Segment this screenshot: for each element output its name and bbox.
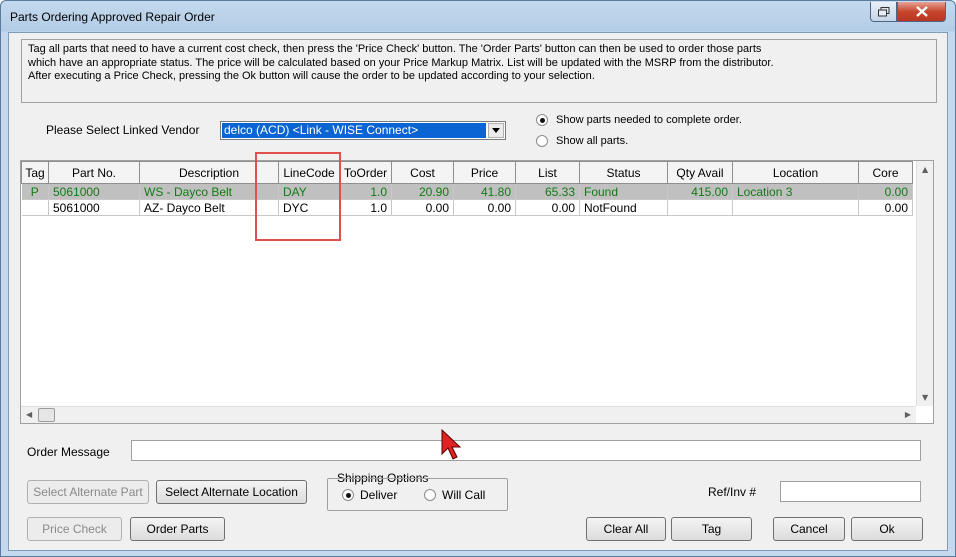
cell-tag [21, 199, 49, 216]
clear-all-button[interactable]: Clear All [586, 517, 666, 541]
col-header-core[interactable]: Core [858, 161, 913, 184]
select-alternate-location-button[interactable]: Select Alternate Location [156, 480, 307, 504]
ref-inv-input[interactable] [780, 481, 921, 502]
close-button[interactable] [897, 2, 946, 22]
radio-show-all[interactable]: Show all parts. [536, 135, 628, 147]
cell-status: NotFound [579, 199, 668, 216]
table-row[interactable]: 5061000 AZ- Dayco Belt DYC 1.0 0.00 0.00… [21, 199, 913, 216]
radio-button[interactable] [342, 489, 354, 501]
radio-deliver[interactable]: Deliver [342, 488, 397, 502]
instruction-line: which have an appropriate status. The pr… [28, 56, 774, 69]
cell-price: 0.00 [453, 199, 516, 216]
col-header-location[interactable]: Location [732, 161, 859, 184]
col-header-status[interactable]: Status [579, 161, 668, 184]
parts-ordering-window: Parts Ordering Approved Repair Order Tag… [0, 0, 956, 557]
dialog-body: Tag all parts that need to have a curren… [8, 32, 948, 551]
radio-button[interactable] [424, 489, 436, 501]
instruction-line: After executing a Price Check, pressing … [28, 70, 595, 82]
horizontal-scrollbar[interactable]: ◀ ▶ [21, 406, 916, 423]
table-row[interactable]: P 5061000 WS - Dayco Belt DAY 1.0 20.90 … [21, 183, 913, 200]
dropdown-arrow[interactable] [488, 123, 504, 138]
restore-button[interactable] [870, 2, 897, 22]
select-alternate-part-button[interactable]: Select Alternate Part [27, 480, 149, 504]
order-message-label: Order Message [27, 445, 110, 459]
close-icon [915, 6, 928, 17]
scroll-right-icon[interactable]: ▶ [905, 410, 911, 419]
order-message-input[interactable] [131, 440, 921, 461]
ok-button[interactable]: Ok [851, 517, 923, 541]
col-header-to-order[interactable]: ToOrder [339, 161, 392, 184]
cell-part-no: 5061000 [48, 183, 140, 200]
cell-list: 0.00 [515, 199, 580, 216]
cell-cost: 0.00 [391, 199, 454, 216]
col-header-cost[interactable]: Cost [391, 161, 454, 184]
tag-button[interactable]: Tag [671, 517, 752, 541]
instructions-text: Tag all parts that need to have a curren… [21, 39, 937, 103]
parts-table: Tag Part No. Description LineCode ToOrde… [21, 161, 913, 216]
scroll-thumb[interactable] [38, 408, 55, 422]
cell-cost: 20.90 [391, 183, 454, 200]
annotation-highlight-box [255, 152, 341, 241]
cell-to-order: 1.0 [339, 183, 392, 200]
cell-core: 0.00 [858, 199, 913, 216]
price-check-button[interactable]: Price Check [27, 517, 122, 541]
col-header-price[interactable]: Price [453, 161, 516, 184]
cell-part-no: 5061000 [48, 199, 140, 216]
scroll-down-icon[interactable]: ▼ [922, 393, 928, 402]
radio-label: Deliver [360, 488, 398, 502]
instruction-line: Tag all parts that need to have a curren… [28, 43, 762, 55]
title-bar: Parts Ordering Approved Repair Order [1, 1, 955, 33]
col-header-list[interactable]: List [515, 161, 580, 184]
cell-price: 41.80 [453, 183, 516, 200]
mouse-pointer-icon [441, 429, 462, 460]
scroll-left-icon[interactable]: ◀ [26, 410, 32, 419]
grid-header-row: Tag Part No. Description LineCode ToOrde… [21, 161, 913, 184]
cell-location: Location 3 [732, 183, 859, 200]
cell-qty-avail [667, 199, 733, 216]
order-parts-button[interactable]: Order Parts [130, 517, 225, 541]
parts-grid[interactable]: Tag Part No. Description LineCode ToOrde… [20, 160, 934, 424]
cancel-button[interactable]: Cancel [773, 517, 845, 541]
radio-label: Show all parts. [556, 135, 629, 147]
radio-show-needed[interactable]: Show parts needed to complete order. [536, 114, 742, 126]
radio-label: Will Call [442, 488, 486, 502]
cell-list: 65.33 [515, 183, 580, 200]
radio-button[interactable] [536, 135, 548, 147]
vendor-select[interactable]: delco (ACD) <Link - WISE Connect> [220, 121, 506, 140]
vertical-scrollbar[interactable]: ▲ ▼ [916, 161, 933, 406]
ref-inv-label: Ref/Inv # [708, 485, 757, 499]
scroll-up-icon[interactable]: ▲ [922, 165, 928, 174]
col-header-tag[interactable]: Tag [21, 161, 49, 184]
cell-tag: P [21, 183, 49, 200]
radio-label: Show parts needed to complete order. [556, 114, 742, 126]
vendor-label: Please Select Linked Vendor [46, 123, 200, 137]
restore-icon [877, 6, 889, 16]
radio-button[interactable] [536, 114, 548, 126]
vendor-selected-value: delco (ACD) <Link - WISE Connect> [222, 123, 486, 138]
radio-will-call[interactable]: Will Call [424, 488, 485, 502]
window-title: Parts Ordering Approved Repair Order [10, 10, 215, 24]
col-header-part-no[interactable]: Part No. [48, 161, 140, 184]
cell-qty-avail: 415.00 [667, 183, 733, 200]
cell-location [732, 199, 859, 216]
chevron-down-icon [492, 128, 500, 133]
cell-to-order: 1.0 [339, 199, 392, 216]
cell-status: Found [579, 183, 668, 200]
col-header-qty-avail[interactable]: Qty Avail [667, 161, 733, 184]
cell-core: 0.00 [858, 183, 913, 200]
